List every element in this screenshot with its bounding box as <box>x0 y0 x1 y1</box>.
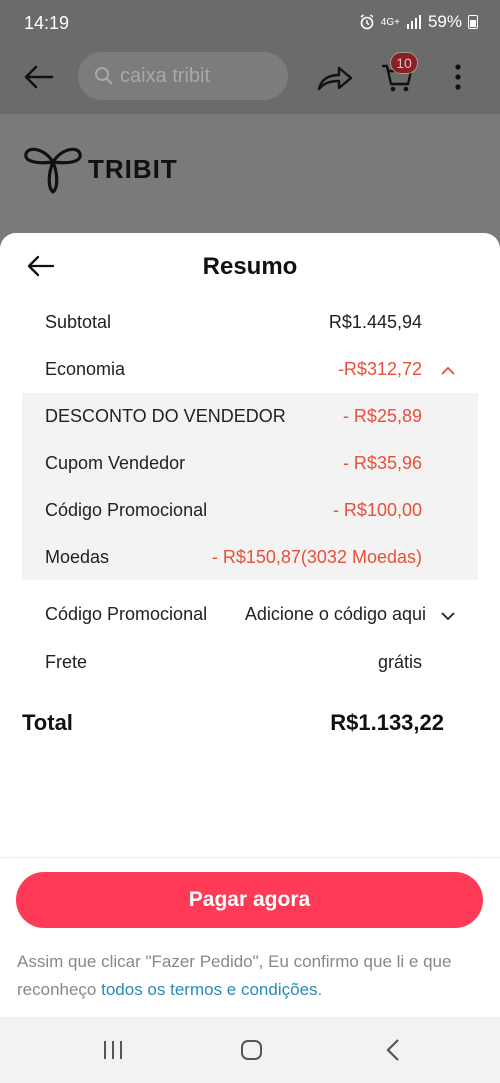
search-input[interactable]: caixa tribit <box>78 52 288 100</box>
pay-now-button[interactable]: Pagar agora <box>16 872 483 928</box>
subtotal-row: Subtotal R$1.445,94 <box>45 312 422 333</box>
chevron-up-icon[interactable] <box>440 364 456 376</box>
discount-label: Cupom Vendedor <box>45 453 186 473</box>
terms-link[interactable]: todos os termos e condições <box>101 980 317 999</box>
discount-value: - R$150,87(3032 Moedas) <box>211 547 422 567</box>
terms-end: . <box>317 980 323 999</box>
brand-name: TRIBIT <box>88 154 178 184</box>
divider <box>0 857 500 858</box>
system-back-icon[interactable] <box>384 1037 402 1063</box>
summary-sheet: Resumo Subtotal R$1.445,94 Economia -R$3… <box>0 233 500 1017</box>
promo-code-label: Código Promocional <box>45 604 208 624</box>
battery-icon <box>468 15 478 29</box>
status-icons: 4G+ 59% <box>359 12 478 32</box>
share-icon[interactable] <box>316 62 354 92</box>
sheet-title: Resumo <box>202 253 298 280</box>
discount-label: Moedas <box>45 547 110 567</box>
shipping-label: Frete <box>45 652 88 672</box>
discount-row: Código Promocional - R$100,00 <box>45 500 422 521</box>
shipping-row: Frete grátis <box>45 652 422 673</box>
discount-value: - R$35,96 <box>342 453 422 473</box>
discount-value: - R$25,89 <box>342 406 422 426</box>
savings-row[interactable]: Economia -R$312,72 <box>45 359 422 380</box>
back-arrow-icon[interactable] <box>22 60 56 94</box>
chevron-down-icon[interactable] <box>440 610 456 622</box>
more-options-icon[interactable] <box>448 62 468 92</box>
discount-row: DESCONTO DO VENDEDOR - R$25,89 <box>45 406 422 427</box>
alarm-icon <box>360 14 374 30</box>
discount-label: DESCONTO DO VENDEDOR <box>45 406 286 426</box>
cart-count-badge: 10 <box>390 52 418 74</box>
discount-row: Moedas - R$150,87(3032 Moedas) <box>45 547 422 568</box>
discount-value: - R$100,00 <box>332 500 422 520</box>
terms-text: Assim que clicar "Fazer Pedido", Eu conf… <box>17 948 477 1004</box>
app-header: caixa tribit 10 <box>0 46 500 114</box>
network-type: 4G+ <box>380 16 400 28</box>
promo-code-value[interactable]: Adicione o código aqui <box>245 604 426 625</box>
home-icon[interactable] <box>240 1039 264 1061</box>
status-bar: 14:19 4G+ 59% <box>0 0 500 46</box>
promo-code-row[interactable]: Código Promocional Adicione o código aqu… <box>45 604 426 625</box>
tribit-logo-icon <box>24 147 82 194</box>
subtotal-value: R$1.445,94 <box>328 312 422 332</box>
savings-label: Economia <box>45 359 126 379</box>
signal-icon <box>406 15 421 29</box>
shipping-value: grátis <box>377 652 422 672</box>
search-icon <box>95 67 113 85</box>
system-nav-bar <box>0 1017 500 1083</box>
subtotal-label: Subtotal <box>45 312 112 332</box>
battery-percent: 59% <box>427 12 462 31</box>
total-value: R$1.133,22 <box>330 710 444 735</box>
search-text: caixa tribit <box>120 64 211 87</box>
total-label: Total <box>22 710 73 735</box>
discount-row: Cupom Vendedor - R$35,96 <box>45 453 422 474</box>
recent-apps-icon[interactable] <box>101 1039 125 1061</box>
discount-label: Código Promocional <box>45 500 208 520</box>
total-row: Total R$1.133,22 <box>22 710 444 736</box>
savings-value: -R$312,72 <box>337 359 422 379</box>
status-time: 14:19 <box>24 13 70 33</box>
